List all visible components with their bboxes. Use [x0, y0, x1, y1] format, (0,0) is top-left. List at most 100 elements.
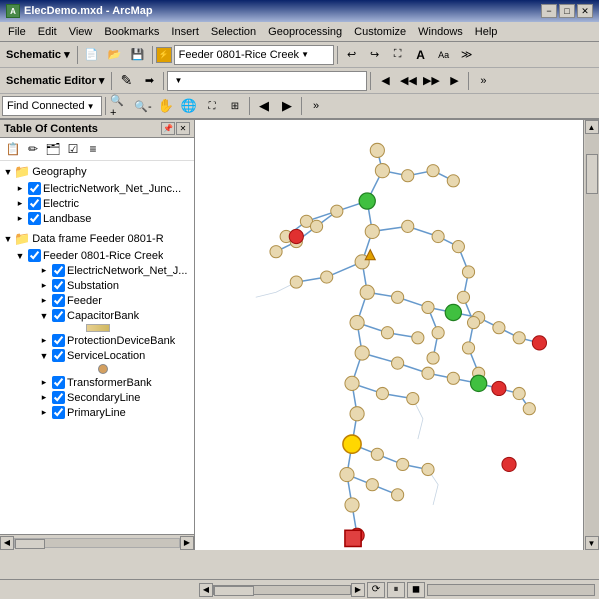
checkbox-protection[interactable] — [52, 334, 65, 347]
checkbox-secondary[interactable] — [52, 391, 65, 404]
expand-secondary[interactable]: ▸ — [38, 392, 50, 403]
checkbox-landbase[interactable] — [28, 212, 41, 225]
menu-selection[interactable]: Selection — [205, 22, 262, 41]
expand-landbase[interactable]: ▸ — [14, 213, 26, 224]
editor-tool2[interactable]: ➡ — [138, 70, 160, 92]
checkbox-primary[interactable] — [52, 406, 65, 419]
expand-btn[interactable]: ⛶ — [387, 44, 409, 66]
refresh-btn[interactable]: ↩ — [341, 44, 363, 66]
layout-btn[interactable]: ⊞ — [224, 95, 246, 117]
forward-btn[interactable]: ▶ — [276, 95, 298, 117]
scroll-right-btn[interactable]: ▶ — [351, 583, 365, 597]
menu-windows[interactable]: Windows — [412, 22, 469, 41]
h-scroll-thumb[interactable] — [214, 586, 254, 596]
update-btn[interactable]: ↪ — [364, 44, 386, 66]
menu-edit[interactable]: Edit — [32, 22, 63, 41]
more-btn2[interactable]: » — [472, 70, 494, 92]
edit-nav4[interactable]: ▶ — [443, 70, 465, 92]
extra-btn[interactable]: » — [305, 95, 327, 117]
toc-item-service[interactable]: ▼ ServiceLocation — [36, 348, 194, 363]
menu-help[interactable]: Help — [469, 22, 504, 41]
extent-btn[interactable]: ⛶ — [201, 95, 223, 117]
checkbox-en-j[interactable] — [52, 264, 65, 277]
scroll-up-btn[interactable]: ▲ — [585, 120, 599, 134]
expand-transformer[interactable]: ▸ — [38, 377, 50, 388]
toc-icon-selection[interactable]: ☑ — [64, 140, 82, 158]
expand-substation[interactable]: ▸ — [38, 280, 50, 291]
expand-primary[interactable]: ▸ — [38, 407, 50, 418]
map-scrollbar-v[interactable]: ▲ ▼ — [583, 120, 599, 550]
toc-icon-list[interactable]: 📋 — [4, 140, 22, 158]
expand-feeder0801[interactable]: ▼ — [14, 251, 26, 261]
toc-item-landbase[interactable]: ▸ Landbase — [12, 211, 194, 226]
scroll-down-btn[interactable]: ▼ — [585, 536, 599, 550]
toc-scroll-thumb[interactable] — [15, 539, 45, 549]
map-area[interactable]: ▲ ▼ — [195, 120, 599, 550]
save-btn[interactable]: 💾 — [127, 44, 149, 66]
toc-group-geography[interactable]: ▼ 📁 Geography — [0, 163, 194, 181]
close-button[interactable]: ✕ — [577, 4, 593, 18]
toc-close-btn[interactable]: ✕ — [176, 122, 190, 135]
menu-customize[interactable]: Customize — [348, 22, 412, 41]
more-btn[interactable]: ≫ — [456, 44, 478, 66]
checkbox-feeder0801[interactable] — [28, 249, 41, 262]
toc-header-buttons[interactable]: 📌 ✕ — [161, 122, 190, 135]
toc-icon-draw[interactable]: ✏ — [24, 140, 42, 158]
window-controls[interactable]: − □ ✕ — [541, 4, 593, 18]
editor-tool1[interactable]: ✎ — [115, 70, 137, 92]
toc-item-secondary[interactable]: ▸ SecondaryLine — [36, 390, 194, 405]
expand-ej[interactable]: ▸ — [14, 183, 26, 194]
map-scrollbar-h[interactable]: ◀ ▶ — [199, 583, 365, 597]
toc-item-electricnetwork-junc[interactable]: ▸ ElectricNetwork_Net_Junc... — [12, 181, 194, 196]
toc-item-electric[interactable]: ▸ Electric — [12, 196, 194, 211]
status-btn-pause[interactable]: ⏸ — [387, 582, 405, 598]
status-btn-stop[interactable]: ◼ — [407, 582, 425, 598]
expand-service[interactable]: ▼ — [38, 351, 50, 361]
expand-protection[interactable]: ▸ — [38, 335, 50, 346]
open-folder-btn[interactable]: 📂 — [104, 44, 126, 66]
menu-geoprocessing[interactable]: Geoprocessing — [262, 22, 348, 41]
toc-icon-source[interactable]: 🗂 — [44, 140, 62, 158]
expand-dataframe[interactable]: ▼ — [2, 234, 14, 244]
zoom-in-btn[interactable]: 🔍+ — [109, 95, 131, 117]
checkbox-feeder[interactable] — [52, 294, 65, 307]
toc-pin-btn[interactable]: 📌 — [161, 122, 175, 135]
menu-view[interactable]: View — [63, 22, 99, 41]
toc-group-dataframe[interactable]: ▼ 📁 Data frame Feeder 0801-R — [0, 230, 194, 248]
maximize-button[interactable]: □ — [559, 4, 575, 18]
editor-dropdown[interactable]: ▼ — [167, 71, 367, 91]
toc-item-capacitor[interactable]: ▼ CapacitorBank — [36, 308, 194, 323]
toc-item-primary[interactable]: ▸ PrimaryLine — [36, 405, 194, 420]
pan-btn[interactable]: ✋ — [155, 95, 177, 117]
toc-item-substation[interactable]: ▸ Substation — [36, 278, 194, 293]
edit-nav3[interactable]: ▶▶ — [420, 70, 442, 92]
aa-btn[interactable]: Aa — [433, 44, 455, 66]
scroll-left-btn[interactable]: ◀ — [199, 583, 213, 597]
menu-file[interactable]: File — [2, 22, 32, 41]
menu-bookmarks[interactable]: Bookmarks — [98, 22, 165, 41]
expand-capacitor[interactable]: ▼ — [38, 311, 50, 321]
edit-nav1[interactable]: ◀ — [374, 70, 396, 92]
expand-en-j[interactable]: ▸ — [38, 265, 50, 276]
expand-electric[interactable]: ▸ — [14, 198, 26, 209]
toc-item-feeder[interactable]: ▸ Feeder — [36, 293, 194, 308]
minimize-button[interactable]: − — [541, 4, 557, 18]
checkbox-substation[interactable] — [52, 279, 65, 292]
scroll-thumb-v[interactable] — [586, 154, 598, 194]
checkbox-service[interactable] — [52, 349, 65, 362]
expand-feeder[interactable]: ▸ — [38, 295, 50, 306]
checkbox-capacitor[interactable] — [52, 309, 65, 322]
toc-icon-more[interactable]: ≡ — [84, 140, 102, 158]
new-btn[interactable]: 📄 — [81, 44, 103, 66]
toc-scroll-left[interactable]: ◀ — [0, 536, 14, 550]
font-btn[interactable]: A — [410, 44, 432, 66]
feeder-dropdown[interactable]: Feeder 0801-Rice Creek ▼ — [174, 45, 334, 65]
checkbox-ej[interactable] — [28, 182, 41, 195]
back-btn[interactable]: ◀ — [253, 95, 275, 117]
globe-btn[interactable]: 🌐 — [178, 95, 200, 117]
find-connected-dropdown[interactable]: Find Connected ▼ — [2, 96, 102, 116]
checkbox-transformer[interactable] — [52, 376, 65, 389]
zoom-out-btn[interactable]: 🔍- — [132, 95, 154, 117]
toc-item-en-j[interactable]: ▸ ElectricNetwork_Net_J... — [36, 263, 194, 278]
toc-item-transformer[interactable]: ▸ TransformerBank — [36, 375, 194, 390]
